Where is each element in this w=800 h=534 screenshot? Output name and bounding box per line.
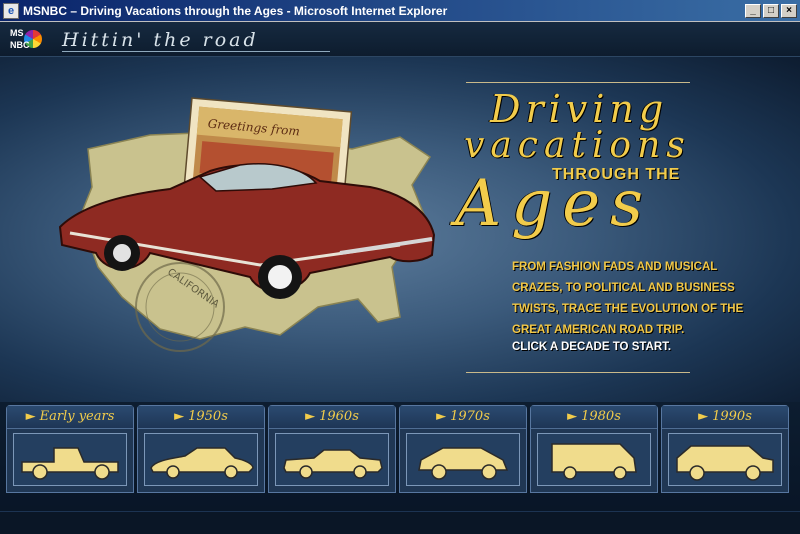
tab-label-text: 1960s: [319, 409, 359, 424]
decade-tabs: ► Early years ► 1950s ► 1960s ► 1970s ► …: [0, 402, 800, 534]
tab-1990s[interactable]: ► 1990s: [661, 405, 789, 493]
hero-stage: CALIFORNIA Greetings from Driving vacati…: [0, 57, 800, 402]
tab-label: ► 1990s: [662, 406, 788, 429]
arrow-icon: ►: [567, 409, 578, 424]
tab-label: ► 1970s: [400, 406, 526, 429]
window-titlebar: e MSNBC – Driving Vacations through the …: [0, 0, 800, 22]
car-thumbnail[interactable]: [275, 433, 389, 486]
tab-1970s[interactable]: ► 1970s: [399, 405, 527, 493]
tab-early-years[interactable]: ► Early years: [6, 405, 134, 493]
arrow-icon: ►: [174, 409, 185, 424]
arrow-icon: ►: [25, 409, 36, 424]
hero-illustration: CALIFORNIA Greetings from: [58, 97, 436, 352]
suv-1990s-icon: [676, 445, 774, 481]
close-button[interactable]: ×: [781, 3, 797, 18]
car-thumbnail[interactable]: [406, 433, 520, 486]
tab-label: ► 1980s: [531, 406, 657, 429]
hatchback-1970s-icon: [418, 447, 509, 480]
car-thumbnail[interactable]: [144, 433, 258, 486]
maximize-button[interactable]: □: [763, 3, 779, 18]
intro-description: From fashion fads and musical crazes, to…: [512, 261, 744, 336]
bottom-bar: [0, 511, 800, 534]
coupe-1960s-icon: [283, 449, 383, 479]
tab-label-text: 1980s: [581, 409, 621, 424]
headline-bottom-rule: [466, 372, 690, 373]
car-thumbnail[interactable]: [13, 433, 127, 486]
logo-ms-text: MS: [10, 28, 24, 38]
car-thumbnail[interactable]: [537, 433, 651, 486]
tab-label-text: 1950s: [188, 409, 228, 424]
tab-label: ► Early years: [7, 406, 133, 429]
tab-label-text: Early years: [39, 409, 115, 424]
section-tagline: Hittin' the road: [62, 29, 259, 51]
headline-vacations: vacations: [464, 125, 691, 166]
arrow-icon: ►: [698, 409, 709, 424]
site-header: MS NBC Hittin' the road: [0, 22, 800, 57]
logo-nbc-text: NBC: [10, 40, 30, 50]
tab-1980s[interactable]: ► 1980s: [530, 405, 658, 493]
headline-top-rule: [466, 82, 690, 83]
truck-icon: [21, 447, 119, 480]
headline-ages: Ages: [455, 167, 653, 241]
tagline-underline: [62, 51, 330, 52]
sedan-1950s-icon: [150, 447, 254, 479]
window-title: MSNBC – Driving Vacations through the Ag…: [23, 3, 448, 18]
window-controls: _ □ ×: [745, 3, 797, 18]
van-1980s-icon: [551, 443, 637, 480]
tab-label-text: 1990s: [712, 409, 752, 424]
arrow-icon: ►: [305, 409, 316, 424]
call-to-action: CLICK A DECADE TO START.: [512, 341, 672, 353]
ie-app-icon[interactable]: e: [3, 2, 19, 19]
tab-1960s[interactable]: ► 1960s: [268, 405, 396, 493]
tab-1950s[interactable]: ► 1950s: [137, 405, 265, 493]
msnbc-logo[interactable]: MS NBC: [10, 28, 56, 52]
minimize-button[interactable]: _: [745, 3, 761, 18]
car-thumbnail[interactable]: [668, 433, 782, 486]
tab-label-text: 1970s: [450, 409, 490, 424]
arrow-icon: ►: [436, 409, 447, 424]
tab-label: ► 1960s: [269, 406, 395, 429]
tab-label: ► 1950s: [138, 406, 264, 429]
